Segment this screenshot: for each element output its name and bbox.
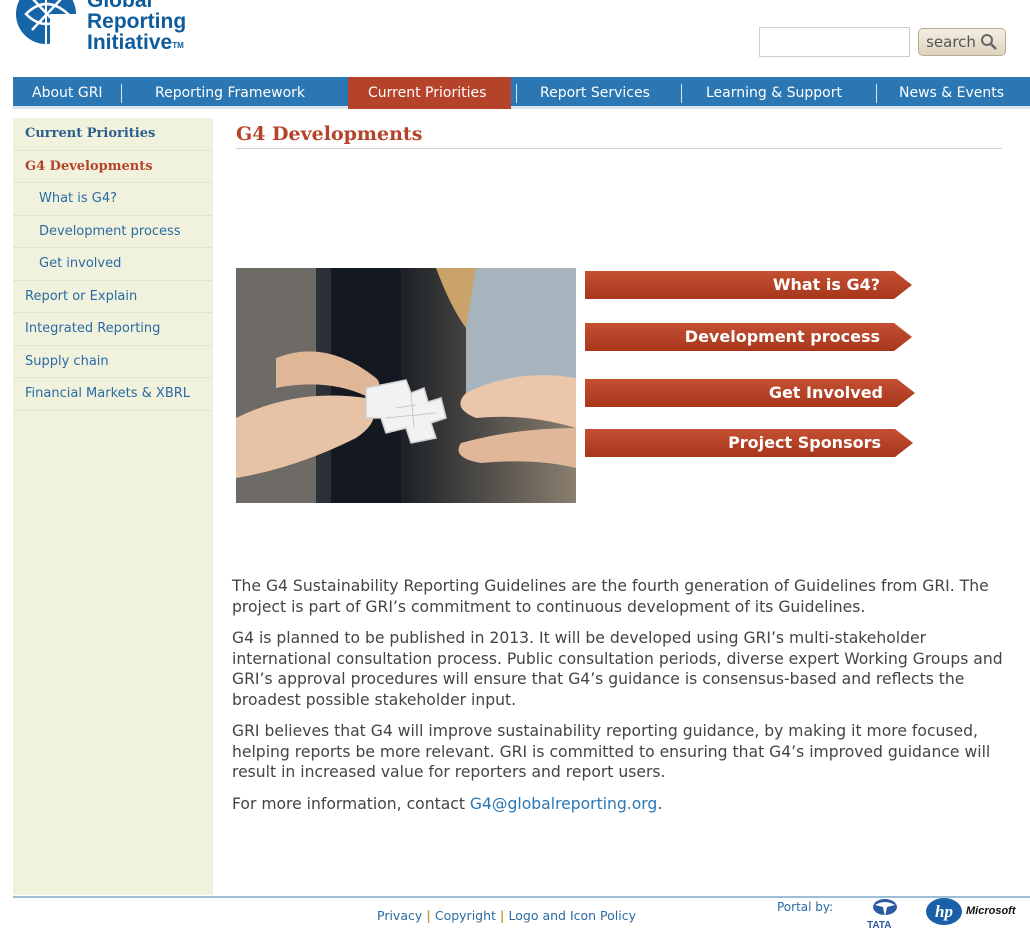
nav-item-report-services[interactable]: Report Services [511, 77, 681, 109]
nav-item-current-priorities[interactable]: Current Priorities [348, 77, 511, 109]
sidebar-item-report-or-explain[interactable]: Report or Explain [13, 281, 213, 313]
logo-tm: TM [172, 41, 184, 50]
logo-line-3-wrap: InitiativeTM [87, 32, 186, 53]
page-title: G4 Developments [236, 123, 423, 145]
logo-line-3: Initiative [87, 31, 173, 54]
what-is-g4-button[interactable]: What is G4? [585, 271, 912, 299]
sidebar-item-get-involved[interactable]: Get involved [13, 248, 213, 281]
main-body-text: The G4 Sustainability Reporting Guidelin… [232, 576, 1007, 825]
sidebar-item-current-priorities[interactable]: Current Priorities [13, 118, 213, 151]
gri-logo[interactable]: Global Reporting InitiativeTM [12, 0, 212, 64]
search-button-label: search [926, 33, 976, 51]
logo-icon-policy-link[interactable]: Logo and Icon Policy [509, 908, 637, 923]
microsoft-logo[interactable]: Microsoft [966, 905, 1016, 917]
sidebar-item-supply-chain[interactable]: Supply chain [13, 346, 213, 378]
get-involved-button[interactable]: Get Involved [585, 379, 915, 407]
contact-paragraph: For more information, contact G4@globalr… [232, 794, 1007, 815]
magnifier-icon [980, 34, 997, 50]
logo-wordmark: Global Reporting InitiativeTM [87, 0, 186, 53]
hp-logo-icon[interactable]: hp [926, 898, 962, 925]
search-button[interactable]: search [918, 28, 1006, 56]
privacy-link[interactable]: Privacy [377, 908, 422, 923]
sidebar-item-g4-developments[interactable]: G4 Developments [13, 151, 213, 183]
nav-item-learning-support[interactable]: Learning & Support [681, 77, 875, 109]
footer-links: Privacy | Copyright | Logo and Icon Policy [377, 908, 636, 923]
sidebar-item-development-process[interactable]: Development process [13, 216, 213, 248]
body-paragraph: G4 is planned to be published in 2013. I… [232, 629, 1003, 709]
contact-email-link[interactable]: G4@globalreporting.org [470, 795, 657, 813]
sidebar: Current Priorities G4 Developments What … [13, 118, 213, 895]
search-input[interactable] [759, 27, 910, 57]
project-sponsors-button[interactable]: Project Sponsors [585, 429, 913, 457]
logo-line-2: Reporting [87, 10, 187, 33]
nav-item-about-gri[interactable]: About GRI [13, 77, 130, 109]
tata-logo-text: TATA [867, 920, 892, 931]
main-nav: About GRI Reporting Framework Current Pr… [13, 77, 1030, 109]
nav-item-reporting-framework[interactable]: Reporting Framework [130, 77, 348, 109]
puzzle-hands-illustration [236, 268, 576, 503]
contact-suffix: . [657, 794, 663, 813]
body-paragraph: GRI believes that G4 will improve sustai… [232, 722, 991, 781]
sidebar-item-what-is-g4[interactable]: What is G4? [13, 183, 213, 216]
title-divider [236, 148, 1002, 149]
copyright-link[interactable]: Copyright [435, 908, 496, 923]
puzzle-hands-photo [236, 268, 576, 503]
body-paragraph: The G4 Sustainability Reporting Guidelin… [232, 577, 989, 616]
footer-separator: | [499, 908, 505, 923]
portal-by-label: Portal by: [777, 900, 834, 914]
nav-item-news-events[interactable]: News & Events [875, 77, 1030, 109]
site-header: Global Reporting InitiativeTM search [0, 0, 1030, 76]
footer-separator: | [426, 908, 431, 923]
sidebar-item-integrated-reporting[interactable]: Integrated Reporting [13, 313, 213, 346]
sidebar-item-financial-markets-xbrl[interactable]: Financial Markets & XBRL [13, 378, 213, 411]
contact-prefix: For more information, contact [232, 794, 470, 813]
globe-logo-icon [16, 0, 84, 58]
nav-separator [121, 84, 122, 103]
development-process-button[interactable]: Development process [585, 323, 912, 351]
